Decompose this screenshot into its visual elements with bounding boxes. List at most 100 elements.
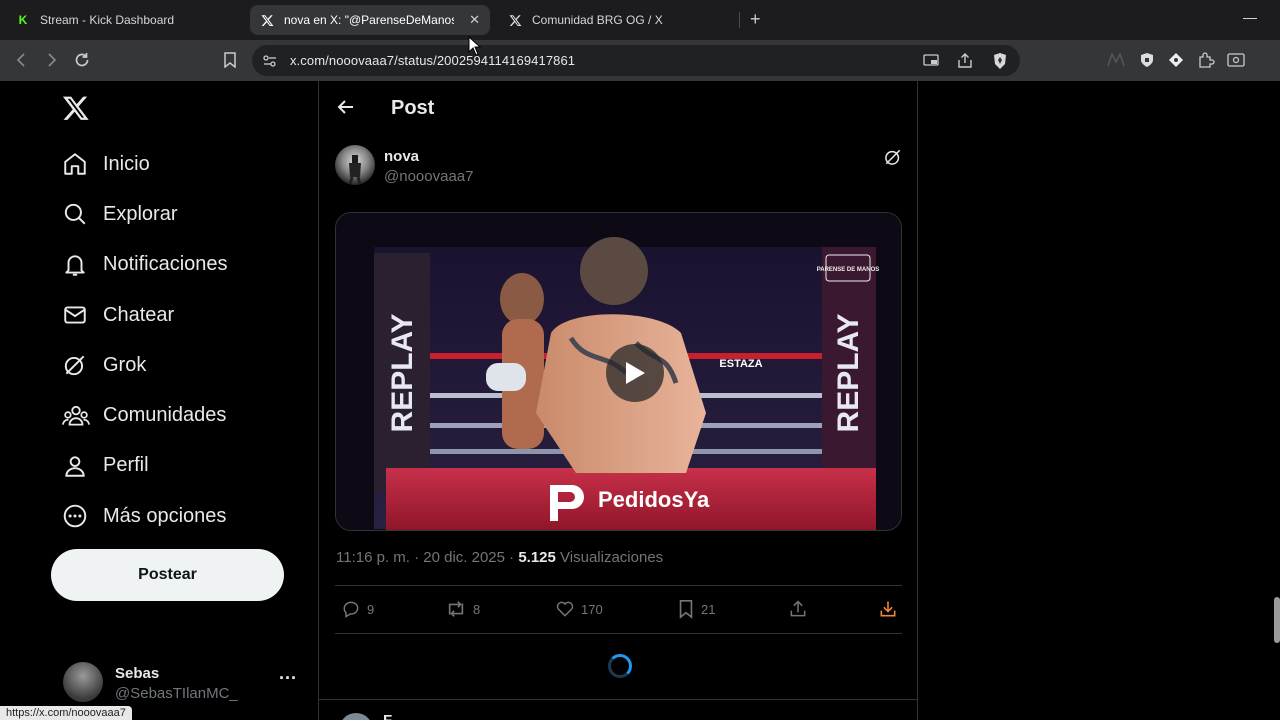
nav-label: Más opciones: [103, 504, 227, 527]
post-timestamp[interactable]: 11:16 p. m. · 20 dic. 2025 ·: [336, 549, 518, 566]
author-name[interactable]: nova: [384, 148, 419, 165]
person-icon: [56, 452, 96, 480]
address-bar[interactable]: x.com/nooovaaa7/status/20025941141694178…: [252, 45, 1020, 76]
nav-label: Inicio: [103, 152, 150, 175]
wallet-icon[interactable]: [1106, 50, 1126, 70]
kick-icon: K: [18, 13, 28, 27]
extensions-puzzle-icon[interactable]: [1196, 50, 1216, 70]
tab-nova-post[interactable]: nova en X: "@ParenseDeManos ✕: [250, 5, 490, 35]
nav-label: Chatear: [103, 303, 175, 326]
page-title: Post: [391, 97, 435, 119]
x-logo-icon[interactable]: [62, 94, 92, 124]
tab-comunidad-brg[interactable]: Comunidad BRG OG / X: [498, 5, 738, 35]
share-icon: [790, 600, 806, 617]
back-icon[interactable]: [12, 50, 32, 70]
new-tab-button[interactable]: +: [750, 9, 761, 30]
brave-shield-icon[interactable]: [992, 52, 1008, 75]
tab-label: Comunidad BRG OG / X: [532, 13, 663, 27]
back-arrow-icon[interactable]: [336, 97, 356, 117]
share-button[interactable]: [788, 597, 808, 621]
post-actions: 9 8 170 21: [335, 597, 902, 621]
site-settings-icon[interactable]: [262, 53, 278, 74]
bookmark-button[interactable]: 21: [677, 597, 715, 621]
bell-icon: [56, 251, 96, 279]
primary-nav: Inicio Explorar Notificaciones Chatear G…: [56, 139, 228, 541]
account-handle: @SebasTIlanMC_: [115, 685, 238, 702]
communities-icon: [56, 402, 96, 430]
status-bar-url: https://x.com/nooovaaa7: [0, 706, 132, 720]
post-video[interactable]: REPLAY REPLAY ESTAZA PedidosYa PARENSE D…: [335, 212, 902, 531]
bookmark-count: 21: [701, 601, 716, 617]
reply-icon: [343, 601, 359, 618]
url-text[interactable]: x.com/nooovaaa7/status/20025941141694178…: [290, 53, 575, 68]
nav-label: Comunidades: [103, 404, 227, 427]
repost-button[interactable]: 8: [445, 597, 480, 621]
tab-label: Stream - Kick Dashboard: [40, 13, 175, 27]
nav-item-inicio[interactable]: Inicio: [56, 139, 228, 189]
home-icon: [56, 150, 96, 178]
like-count: 170: [581, 601, 603, 617]
reply-button[interactable]: 9: [341, 597, 374, 621]
nav-label: Grok: [103, 353, 147, 376]
reload-icon[interactable]: [72, 50, 92, 70]
avatar[interactable]: [339, 713, 373, 720]
more-options-icon[interactable]: ···: [279, 668, 297, 689]
loading-spinner: [608, 654, 632, 678]
x-icon: [260, 13, 274, 27]
avatar: [63, 662, 103, 702]
svg-text:PARENSE DE MANOS: PARENSE DE MANOS: [817, 267, 880, 273]
author-avatar[interactable]: [335, 145, 375, 185]
tab-label: nova en X: "@ParenseDeManos: [284, 13, 454, 27]
browser-toolbar: x.com/nooovaaa7/status/20025941141694178…: [0, 40, 1280, 81]
main-column: Post nova @nooovaaa7 REPLAY REPLAY ESTAZ…: [318, 81, 918, 720]
cast-icon[interactable]: [922, 53, 940, 74]
grok-icon: [56, 351, 96, 379]
nav-item-explorar[interactable]: Explorar: [56, 189, 228, 239]
nav-item-grok[interactable]: Grok: [56, 340, 228, 390]
download-icon: [880, 601, 896, 617]
account-switcher[interactable]: Sebas @SebasTIlanMC_ ···: [63, 662, 303, 706]
nav-item-perfil[interactable]: Perfil: [56, 441, 228, 491]
nav-item-notificaciones[interactable]: Notificaciones: [56, 240, 228, 290]
divider: [319, 699, 917, 700]
mail-icon: [56, 301, 96, 329]
extension-diamond-icon[interactable]: [1166, 50, 1186, 70]
share-icon[interactable]: [956, 52, 974, 75]
reader-mode-icon[interactable]: [1226, 50, 1246, 70]
browser-tab-bar: K Stream - Kick Dashboard nova en X: "@P…: [0, 0, 1280, 40]
x-icon: [508, 13, 522, 27]
bookmark-icon[interactable]: [220, 50, 240, 70]
reply-author-name[interactable]: F: [383, 712, 392, 720]
reply-count: 9: [367, 601, 375, 617]
nav-label: Explorar: [103, 202, 178, 225]
account-name: Sebas: [115, 665, 160, 682]
search-icon: [56, 200, 96, 228]
tab-divider: [739, 12, 740, 28]
play-button[interactable]: [606, 344, 664, 402]
like-button[interactable]: 170: [555, 597, 603, 621]
nav-item-comunidades[interactable]: Comunidades: [56, 390, 228, 440]
views-count: 5.125: [518, 549, 556, 566]
scroll-knob[interactable]: [1274, 597, 1280, 643]
download-button[interactable]: [878, 597, 898, 621]
post-button[interactable]: Postear: [51, 549, 284, 601]
svg-text:PedidosYa: PedidosYa: [598, 487, 710, 512]
vpn-shield-icon[interactable]: [1137, 50, 1157, 70]
forward-icon[interactable]: [41, 50, 61, 70]
replay-banner-left: REPLAY: [386, 314, 419, 433]
post-meta: 11:16 p. m. · 20 dic. 2025 · 5.125 Visua…: [336, 549, 663, 566]
tab-kick-dashboard[interactable]: K Stream - Kick Dashboard: [6, 5, 246, 35]
ring-banner-text: ESTAZA: [719, 358, 762, 370]
bookmark-icon: [679, 600, 693, 619]
author-handle[interactable]: @nooovaaa7: [384, 168, 473, 185]
replay-banner-right: REPLAY: [832, 314, 865, 433]
heart-icon: [556, 601, 574, 617]
nav-item-chatear[interactable]: Chatear: [56, 290, 228, 340]
grok-icon[interactable]: [883, 147, 903, 167]
close-icon[interactable]: ✕: [469, 12, 480, 28]
nav-label: Notificaciones: [103, 253, 228, 276]
nav-label: Perfil: [103, 454, 149, 477]
divider: [335, 633, 902, 634]
nav-item-mas-opciones[interactable]: Más opciones: [56, 491, 228, 541]
minimize-button[interactable]: —: [1243, 9, 1257, 25]
